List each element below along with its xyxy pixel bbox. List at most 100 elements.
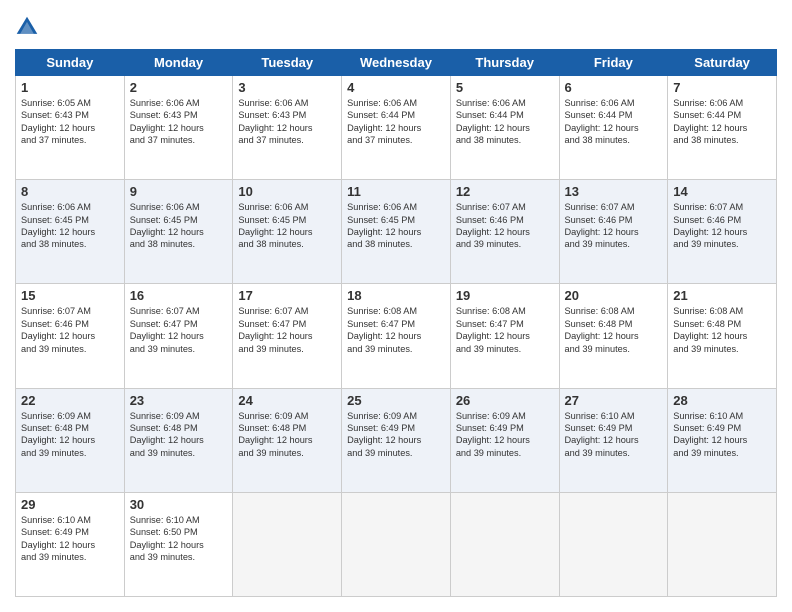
day-number: 27 — [565, 393, 663, 408]
day-number: 15 — [21, 288, 119, 303]
day-number: 2 — [130, 80, 228, 95]
calendar-cell — [559, 492, 668, 596]
day-number: 23 — [130, 393, 228, 408]
calendar-cell: 20 Sunrise: 6:08 AMSunset: 6:48 PMDaylig… — [559, 284, 668, 388]
day-number: 17 — [238, 288, 336, 303]
calendar-cell: 9 Sunrise: 6:06 AMSunset: 6:45 PMDayligh… — [124, 180, 233, 284]
weekday-header: Friday — [559, 50, 668, 76]
cell-info: Sunrise: 6:10 AMSunset: 6:49 PMDaylight:… — [673, 411, 747, 458]
day-number: 19 — [456, 288, 554, 303]
cell-info: Sunrise: 6:09 AMSunset: 6:49 PMDaylight:… — [347, 411, 421, 458]
cell-info: Sunrise: 6:08 AMSunset: 6:48 PMDaylight:… — [673, 306, 747, 353]
calendar-cell: 19 Sunrise: 6:08 AMSunset: 6:47 PMDaylig… — [450, 284, 559, 388]
day-number: 13 — [565, 184, 663, 199]
cell-info: Sunrise: 6:07 AMSunset: 6:47 PMDaylight:… — [238, 306, 312, 353]
day-number: 24 — [238, 393, 336, 408]
cell-info: Sunrise: 6:06 AMSunset: 6:45 PMDaylight:… — [238, 202, 312, 249]
day-number: 26 — [456, 393, 554, 408]
cell-info: Sunrise: 6:07 AMSunset: 6:47 PMDaylight:… — [130, 306, 204, 353]
calendar-cell: 29 Sunrise: 6:10 AMSunset: 6:49 PMDaylig… — [16, 492, 125, 596]
day-number: 30 — [130, 497, 228, 512]
calendar-cell: 27 Sunrise: 6:10 AMSunset: 6:49 PMDaylig… — [559, 388, 668, 492]
cell-info: Sunrise: 6:06 AMSunset: 6:45 PMDaylight:… — [21, 202, 95, 249]
calendar-cell: 16 Sunrise: 6:07 AMSunset: 6:47 PMDaylig… — [124, 284, 233, 388]
calendar-cell: 28 Sunrise: 6:10 AMSunset: 6:49 PMDaylig… — [668, 388, 777, 492]
day-number: 3 — [238, 80, 336, 95]
logo — [15, 15, 43, 39]
cell-info: Sunrise: 6:06 AMSunset: 6:44 PMDaylight:… — [456, 98, 530, 145]
calendar-cell: 2 Sunrise: 6:06 AMSunset: 6:43 PMDayligh… — [124, 76, 233, 180]
cell-info: Sunrise: 6:08 AMSunset: 6:47 PMDaylight:… — [456, 306, 530, 353]
cell-info: Sunrise: 6:09 AMSunset: 6:48 PMDaylight:… — [21, 411, 95, 458]
day-number: 21 — [673, 288, 771, 303]
calendar-cell: 21 Sunrise: 6:08 AMSunset: 6:48 PMDaylig… — [668, 284, 777, 388]
day-number: 28 — [673, 393, 771, 408]
day-number: 20 — [565, 288, 663, 303]
day-number: 16 — [130, 288, 228, 303]
cell-info: Sunrise: 6:09 AMSunset: 6:48 PMDaylight:… — [130, 411, 204, 458]
cell-info: Sunrise: 6:10 AMSunset: 6:50 PMDaylight:… — [130, 515, 204, 562]
cell-info: Sunrise: 6:06 AMSunset: 6:45 PMDaylight:… — [347, 202, 421, 249]
weekday-header: Saturday — [668, 50, 777, 76]
weekday-header: Monday — [124, 50, 233, 76]
weekday-header: Thursday — [450, 50, 559, 76]
day-number: 4 — [347, 80, 445, 95]
cell-info: Sunrise: 6:06 AMSunset: 6:43 PMDaylight:… — [238, 98, 312, 145]
day-number: 8 — [21, 184, 119, 199]
cell-info: Sunrise: 6:06 AMSunset: 6:45 PMDaylight:… — [130, 202, 204, 249]
cell-info: Sunrise: 6:07 AMSunset: 6:46 PMDaylight:… — [456, 202, 530, 249]
calendar-cell: 6 Sunrise: 6:06 AMSunset: 6:44 PMDayligh… — [559, 76, 668, 180]
day-number: 9 — [130, 184, 228, 199]
cell-info: Sunrise: 6:08 AMSunset: 6:47 PMDaylight:… — [347, 306, 421, 353]
cell-info: Sunrise: 6:06 AMSunset: 6:43 PMDaylight:… — [130, 98, 204, 145]
calendar-cell: 18 Sunrise: 6:08 AMSunset: 6:47 PMDaylig… — [342, 284, 451, 388]
day-number: 10 — [238, 184, 336, 199]
weekday-header: Wednesday — [342, 50, 451, 76]
calendar-cell: 24 Sunrise: 6:09 AMSunset: 6:48 PMDaylig… — [233, 388, 342, 492]
calendar-cell: 17 Sunrise: 6:07 AMSunset: 6:47 PMDaylig… — [233, 284, 342, 388]
calendar-cell: 1 Sunrise: 6:05 AMSunset: 6:43 PMDayligh… — [16, 76, 125, 180]
day-number: 18 — [347, 288, 445, 303]
cell-info: Sunrise: 6:08 AMSunset: 6:48 PMDaylight:… — [565, 306, 639, 353]
day-number: 7 — [673, 80, 771, 95]
weekday-header: Sunday — [16, 50, 125, 76]
calendar-cell: 13 Sunrise: 6:07 AMSunset: 6:46 PMDaylig… — [559, 180, 668, 284]
day-number: 29 — [21, 497, 119, 512]
cell-info: Sunrise: 6:06 AMSunset: 6:44 PMDaylight:… — [347, 98, 421, 145]
calendar-cell: 15 Sunrise: 6:07 AMSunset: 6:46 PMDaylig… — [16, 284, 125, 388]
calendar-cell: 7 Sunrise: 6:06 AMSunset: 6:44 PMDayligh… — [668, 76, 777, 180]
cell-info: Sunrise: 6:10 AMSunset: 6:49 PMDaylight:… — [565, 411, 639, 458]
calendar-cell: 5 Sunrise: 6:06 AMSunset: 6:44 PMDayligh… — [450, 76, 559, 180]
calendar-cell: 25 Sunrise: 6:09 AMSunset: 6:49 PMDaylig… — [342, 388, 451, 492]
cell-info: Sunrise: 6:10 AMSunset: 6:49 PMDaylight:… — [21, 515, 95, 562]
calendar-cell: 3 Sunrise: 6:06 AMSunset: 6:43 PMDayligh… — [233, 76, 342, 180]
weekday-header: Tuesday — [233, 50, 342, 76]
calendar-table: SundayMondayTuesdayWednesdayThursdayFrid… — [15, 49, 777, 597]
cell-info: Sunrise: 6:09 AMSunset: 6:49 PMDaylight:… — [456, 411, 530, 458]
calendar-cell: 14 Sunrise: 6:07 AMSunset: 6:46 PMDaylig… — [668, 180, 777, 284]
day-number: 12 — [456, 184, 554, 199]
calendar-cell — [668, 492, 777, 596]
cell-info: Sunrise: 6:06 AMSunset: 6:44 PMDaylight:… — [673, 98, 747, 145]
calendar-cell: 22 Sunrise: 6:09 AMSunset: 6:48 PMDaylig… — [16, 388, 125, 492]
calendar-cell: 23 Sunrise: 6:09 AMSunset: 6:48 PMDaylig… — [124, 388, 233, 492]
day-number: 14 — [673, 184, 771, 199]
calendar-cell: 30 Sunrise: 6:10 AMSunset: 6:50 PMDaylig… — [124, 492, 233, 596]
day-number: 1 — [21, 80, 119, 95]
day-number: 5 — [456, 80, 554, 95]
day-number: 25 — [347, 393, 445, 408]
day-number: 22 — [21, 393, 119, 408]
page: SundayMondayTuesdayWednesdayThursdayFrid… — [0, 0, 792, 612]
day-number: 11 — [347, 184, 445, 199]
calendar-cell — [233, 492, 342, 596]
calendar-cell: 12 Sunrise: 6:07 AMSunset: 6:46 PMDaylig… — [450, 180, 559, 284]
cell-info: Sunrise: 6:05 AMSunset: 6:43 PMDaylight:… — [21, 98, 95, 145]
day-number: 6 — [565, 80, 663, 95]
calendar-cell — [342, 492, 451, 596]
calendar-cell: 4 Sunrise: 6:06 AMSunset: 6:44 PMDayligh… — [342, 76, 451, 180]
cell-info: Sunrise: 6:07 AMSunset: 6:46 PMDaylight:… — [565, 202, 639, 249]
calendar-cell: 8 Sunrise: 6:06 AMSunset: 6:45 PMDayligh… — [16, 180, 125, 284]
calendar-cell: 11 Sunrise: 6:06 AMSunset: 6:45 PMDaylig… — [342, 180, 451, 284]
calendar-cell — [450, 492, 559, 596]
calendar-cell: 26 Sunrise: 6:09 AMSunset: 6:49 PMDaylig… — [450, 388, 559, 492]
